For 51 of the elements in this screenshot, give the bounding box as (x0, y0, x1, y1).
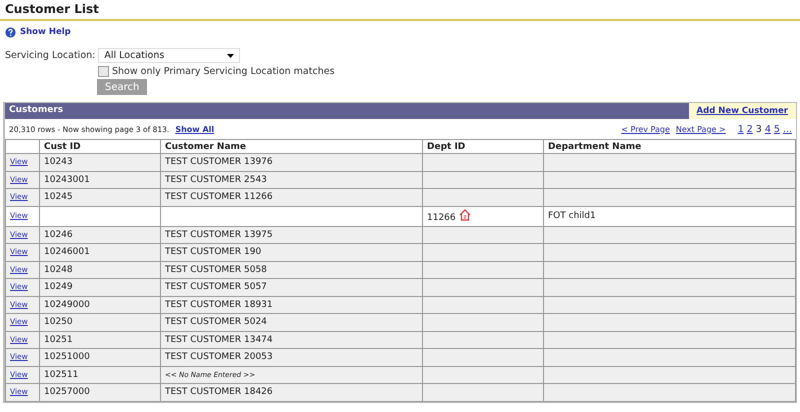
column-header: Department Name (544, 140, 796, 154)
table-cell: 10243001 (40, 171, 160, 188)
page-number-link[interactable]: 4 (764, 124, 771, 134)
primary-location-checkbox[interactable] (98, 66, 109, 77)
table-cell: TEST CUSTOMER 18931 (160, 296, 422, 314)
table-cell: 11266 (422, 206, 544, 226)
table-cell: 10246001 (40, 244, 160, 261)
servicing-location-label: Servicing Location: (5, 50, 96, 61)
table-cell: TEST CUSTOMER 20053 (160, 348, 422, 366)
table-cell: TEST CUSTOMER 5024 (160, 314, 422, 331)
page-number-link[interactable]: 1 (738, 124, 744, 134)
house-icon (458, 208, 471, 220)
panel-title: Customers (8, 104, 64, 117)
table-cell: TEST CUSTOMER 5057 (160, 278, 422, 296)
prev-page-link[interactable]: < Prev Page (621, 124, 670, 134)
dropdown-caret-icon (227, 54, 234, 58)
table-cell: TEST CUSTOMER 13976 (160, 154, 422, 171)
show-help-link[interactable]: Show Help (20, 27, 71, 37)
add-new-customer-link[interactable]: Add New Customer (688, 103, 796, 119)
checkbox-label: Show only Primary Servicing Location matches (112, 66, 335, 77)
table-cell: TEST CUSTOMER 2543 (160, 171, 422, 188)
page-number-link[interactable]: ... (782, 124, 792, 134)
table-cell: 10257000 (40, 384, 160, 401)
table-cell: FOT child1 (544, 206, 796, 226)
table-cell: 10249 (40, 278, 160, 296)
page-number-link[interactable]: 2 (746, 124, 753, 134)
table-cell: TEST CUSTOMER 190 (160, 244, 422, 261)
table-cell: 10245 (40, 188, 160, 206)
table-cell: 10246 (40, 226, 160, 244)
help-icon (5, 26, 16, 38)
table-cell: 10243 (40, 154, 160, 171)
next-page-link[interactable]: Next Page > (676, 124, 726, 134)
page-number-link[interactable]: 3 (756, 124, 762, 134)
page-title: Customer List (0, 0, 800, 21)
table-cell: 10248 (40, 261, 160, 278)
table-cell: TEST CUSTOMER 11266 (160, 188, 422, 206)
page-number-link[interactable]: 5 (774, 124, 780, 134)
column-header: Customer Name (160, 140, 422, 154)
table-cell: 10251 (40, 331, 160, 348)
table-cell: 10250 (40, 314, 160, 331)
servicing-location-dropdown[interactable]: All Locations (98, 48, 240, 63)
table-cell: TEST CUSTOMER 5058 (160, 261, 422, 278)
table-cell: TEST CUSTOMER 13474 (160, 331, 422, 348)
table-cell: TEST CUSTOMER 18426 (160, 384, 422, 401)
table-cell: 10249000 (40, 296, 160, 314)
table-cell: 10251000 (40, 348, 160, 366)
column-header: Dept ID (422, 140, 544, 154)
table-cell: TEST CUSTOMER 13975 (160, 226, 422, 244)
show-all-link[interactable]: Show All (175, 124, 214, 134)
table-cell: 102511 (40, 366, 160, 384)
column-header: Cust ID (40, 140, 160, 154)
